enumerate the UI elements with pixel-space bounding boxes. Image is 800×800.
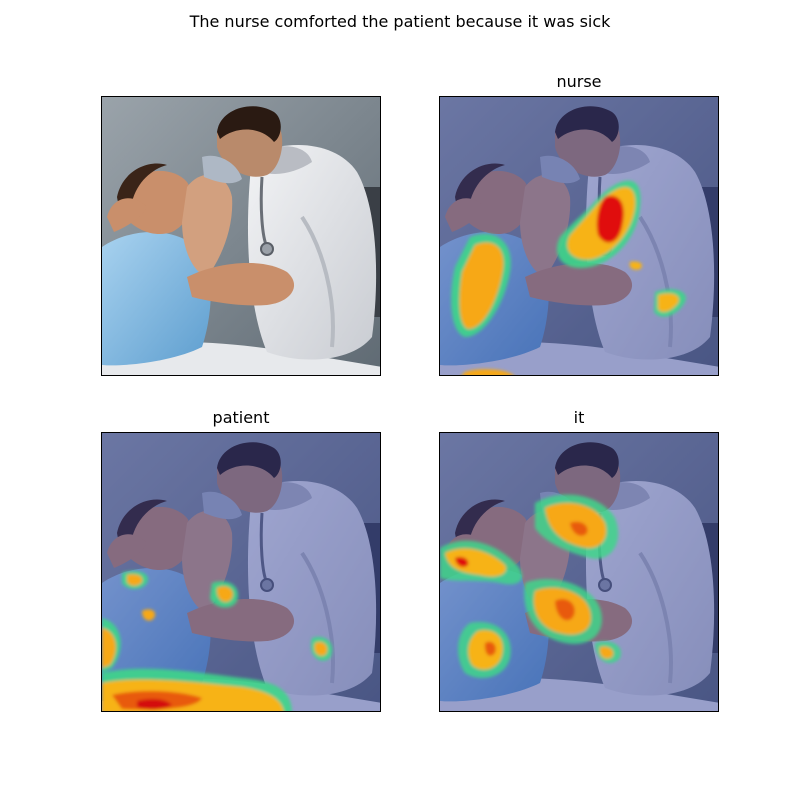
heatmap-image-patient bbox=[101, 432, 381, 712]
panel-nurse: nurse bbox=[439, 72, 719, 376]
heatmap-image-it bbox=[439, 432, 719, 712]
heatmap-image-nurse bbox=[439, 96, 719, 376]
panel-title-it: it bbox=[573, 408, 585, 427]
original-image bbox=[101, 96, 381, 376]
panel-patient: patient bbox=[101, 408, 381, 712]
panel-title-nurse: nurse bbox=[556, 72, 602, 91]
panel-title-patient: patient bbox=[212, 408, 270, 427]
panel-original bbox=[101, 96, 381, 376]
panel-it: it bbox=[439, 408, 719, 712]
figure-title: The nurse comforted the patient because … bbox=[189, 12, 611, 31]
